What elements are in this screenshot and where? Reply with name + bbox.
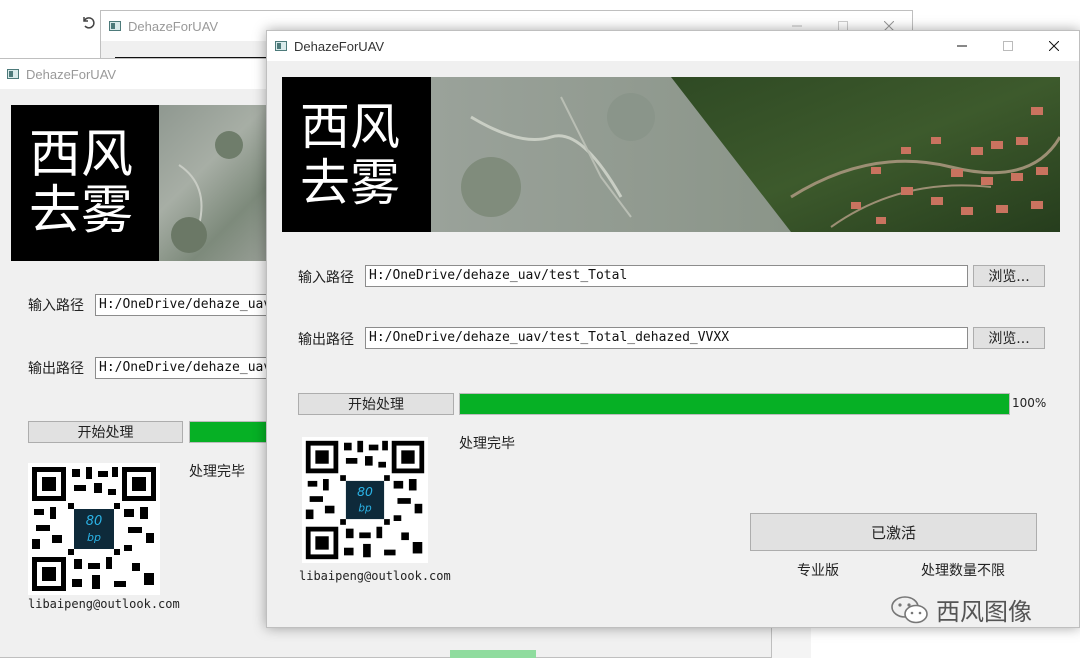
svg-text:bp: bp bbox=[358, 502, 372, 514]
progress-fill bbox=[190, 422, 278, 442]
maximize-button[interactable] bbox=[985, 31, 1031, 61]
progress-fill bbox=[460, 394, 1009, 414]
close-icon bbox=[1049, 41, 1059, 51]
minimize-button[interactable] bbox=[939, 31, 985, 61]
progress-percent: 100% bbox=[1012, 396, 1047, 410]
limit-label: 处理数量不限 bbox=[921, 563, 1005, 579]
contact-email[interactable]: libaipeng@outlook.com bbox=[299, 569, 451, 583]
start-process-button[interactable]: 开始处理 bbox=[298, 393, 454, 415]
banner: 西风 去雾 bbox=[11, 105, 273, 261]
svg-text:bp: bp bbox=[87, 531, 101, 544]
aerial-photo bbox=[159, 105, 273, 261]
input-path-label: 输入路径 bbox=[298, 270, 354, 286]
window-title: DehazeForUAV bbox=[128, 18, 219, 34]
qr-badge-text: 80 bbox=[86, 514, 103, 529]
close-button[interactable] bbox=[1031, 31, 1077, 61]
aerial-photo bbox=[431, 77, 1060, 232]
edition-label: 专业版 bbox=[797, 563, 839, 579]
status-text: 处理完毕 bbox=[189, 464, 245, 480]
logo: 西风 去雾 bbox=[11, 105, 159, 261]
status-text: 处理完毕 bbox=[459, 436, 515, 452]
banner: 西风 去雾 bbox=[282, 77, 1060, 232]
qr-code: 80 bp bbox=[28, 463, 160, 595]
main-window: DehazeForUAV 西风 去雾 输入路径 H:/OneDrive/deha… bbox=[266, 30, 1080, 628]
browse-input-button[interactable]: 浏览... bbox=[973, 265, 1045, 287]
window-title: DehazeForUAV bbox=[294, 38, 385, 54]
undo-icon[interactable] bbox=[80, 14, 96, 30]
window-title: DehazeForUAV bbox=[26, 66, 117, 82]
back-window-footer bbox=[150, 646, 770, 658]
app-icon bbox=[275, 41, 287, 51]
minimize-icon bbox=[957, 45, 967, 47]
app-icon bbox=[109, 21, 121, 31]
wechat-icon bbox=[891, 595, 928, 623]
input-path-label: 输入路径 bbox=[28, 298, 84, 314]
main-window-titlebar[interactable]: DehazeForUAV bbox=[267, 31, 1079, 61]
footer-green-indicator bbox=[450, 650, 536, 658]
logo-line-2: 去雾 bbox=[29, 181, 134, 241]
logo-line-2: 去雾 bbox=[300, 153, 400, 212]
logo: 西风 去雾 bbox=[282, 77, 431, 232]
input-path-field[interactable]: H:/OneDrive/dehaze_uav bbox=[95, 294, 285, 316]
logo-line-1: 西风 bbox=[300, 97, 400, 156]
qr-code: 80 bp bbox=[302, 437, 428, 563]
input-path-field[interactable]: H:/OneDrive/dehaze_uav/test_Total bbox=[365, 265, 968, 287]
start-process-button[interactable]: 开始处理 bbox=[28, 421, 183, 443]
app-icon bbox=[7, 69, 19, 79]
activated-button[interactable]: 已激活 bbox=[750, 513, 1037, 551]
watermark-text: 西风图像 bbox=[936, 598, 1032, 626]
watermark: 西风图像 bbox=[890, 592, 1032, 627]
output-path-label: 输出路径 bbox=[28, 361, 84, 377]
browse-output-button[interactable]: 浏览... bbox=[973, 327, 1045, 349]
maximize-icon bbox=[1003, 41, 1013, 51]
logo-line-1: 西风 bbox=[29, 125, 134, 185]
qr-badge-text: 80 bbox=[357, 484, 373, 499]
output-path-label: 输出路径 bbox=[298, 332, 354, 348]
progress-bar bbox=[459, 393, 1010, 415]
output-path-field[interactable]: H:/OneDrive/dehaze_uav bbox=[95, 357, 285, 379]
output-path-field[interactable]: H:/OneDrive/dehaze_uav/test_Total_dehaze… bbox=[365, 327, 968, 349]
contact-email[interactable]: libaipeng@outlook.com bbox=[28, 597, 180, 611]
